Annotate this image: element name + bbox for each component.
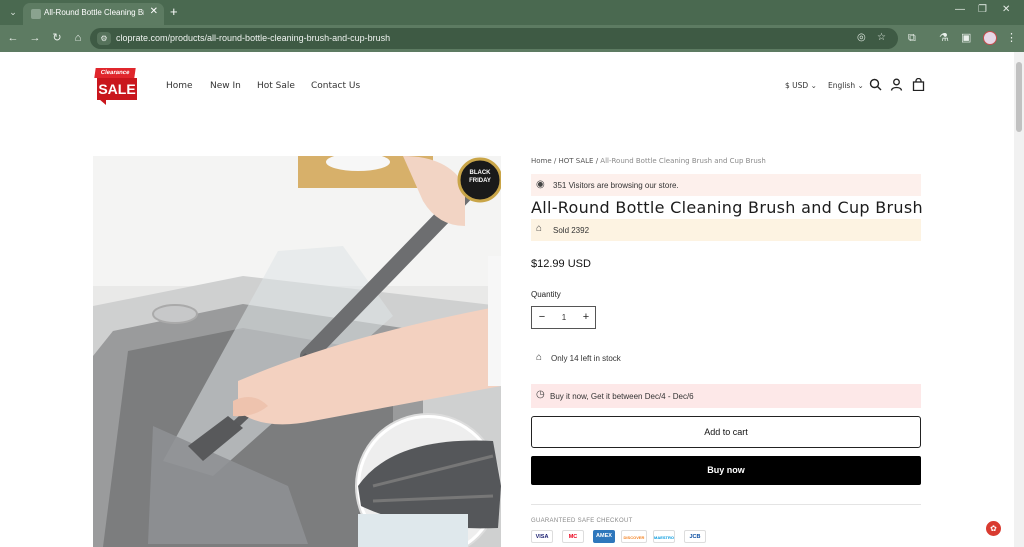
restore-button[interactable]: ❐	[978, 4, 987, 15]
bookmark-star-icon[interactable]: ☆	[877, 32, 886, 43]
eye-icon: ◉	[536, 179, 545, 190]
chevron-down-icon: ⌄	[857, 81, 864, 90]
shopping-bag-icon: ⌂	[536, 352, 543, 363]
badge-line-1: BLACK	[469, 170, 491, 176]
quantity-stepper: − 1 +	[531, 306, 596, 329]
quantity-label: Quantity	[531, 290, 561, 299]
visitors-text: 351 Visitors are browsing our store.	[553, 181, 679, 190]
eye-off-icon[interactable]: ◎	[857, 32, 866, 43]
divider	[531, 504, 921, 505]
extensions-icon[interactable]: ⧉	[908, 31, 916, 45]
page-scrollbar[interactable]	[1014, 52, 1024, 547]
labs-flask-icon[interactable]: ⚗	[939, 31, 949, 45]
black-friday-badge: BLACK FRIDAY	[462, 169, 498, 185]
delivery-text: Buy it now, Get it between Dec/4 - Dec/6	[550, 392, 694, 401]
jcb-icon: JCB	[684, 530, 706, 543]
tab-search-icon[interactable]: ⌄	[6, 5, 20, 19]
browser-tab[interactable]: All-Round Bottle Cleaning Brush and Cup …	[23, 3, 164, 25]
stock-text: Only 14 left in stock	[551, 354, 621, 363]
logo-main-text: SALE	[97, 78, 137, 100]
mastercard-icon: MC	[562, 530, 584, 543]
logo-tail	[99, 99, 106, 105]
new-tab-button[interactable]: +	[170, 4, 178, 20]
browser-toolbar: ← → ↻ ⌂ ⚙ cloprate.com/products/all-roun…	[0, 25, 1024, 52]
badge-line-2: FRIDAY	[469, 178, 491, 184]
url-text[interactable]: cloprate.com/products/all-round-bottle-c…	[116, 33, 390, 43]
side-panel-icon[interactable]: ▣	[961, 31, 971, 45]
web-page: Clearance SALE Home New In Hot Sale Cont…	[0, 52, 1014, 547]
quantity-input[interactable]: 1	[556, 313, 572, 322]
buy-now-button[interactable]: Buy now	[531, 456, 921, 485]
discover-icon: DISCOVER	[621, 530, 647, 543]
safe-checkout-label: GUARANTEED SAFE CHECKOUT	[531, 518, 633, 524]
clock-icon: ◷	[536, 389, 545, 400]
breadcrumb: Home / HOT SALE / All-Round Bottle Clean…	[531, 157, 766, 165]
breadcrumb-separator: /	[595, 157, 599, 165]
quantity-decrease-button[interactable]: −	[535, 311, 549, 324]
cart-icon[interactable]	[912, 77, 925, 92]
visitors-banner: ◉ 351 Visitors are browsing our store.	[531, 174, 921, 196]
chevron-down-icon: ⌄	[810, 81, 817, 90]
product-photo	[93, 156, 501, 547]
amex-icon: AMEX	[593, 530, 615, 543]
store-logo[interactable]: Clearance SALE	[94, 68, 139, 105]
tab-close-icon[interactable]: ✕	[150, 6, 158, 17]
profile-avatar[interactable]	[983, 31, 997, 45]
product-price: $12.99 USD	[531, 258, 591, 270]
account-icon[interactable]	[890, 78, 903, 91]
scrollbar-thumb[interactable]	[1016, 62, 1022, 132]
product-title: All-Round Bottle Cleaning Brush and Cup …	[531, 198, 923, 217]
browser-tab-strip: ⌄ All-Round Bottle Cleaning Brush and Cu…	[0, 0, 1024, 25]
quantity-increase-button[interactable]: +	[579, 311, 593, 324]
language-label: English	[828, 81, 856, 90]
nav-new-in[interactable]: New In	[210, 81, 241, 91]
window-close-button[interactable]: ✕	[1002, 4, 1010, 15]
favicon-icon	[31, 9, 41, 19]
logo-top-text: Clearance	[94, 68, 136, 78]
breadcrumb-category[interactable]: HOT SALE	[559, 157, 594, 165]
visa-icon: VISA	[531, 530, 553, 543]
nav-contact-us[interactable]: Contact Us	[311, 81, 360, 91]
maestro-icon: MAESTRO	[653, 530, 675, 543]
site-info-icon[interactable]: ⚙	[97, 32, 111, 45]
breadcrumb-separator: /	[553, 157, 557, 165]
sold-banner: ⌂ Sold 2392	[531, 219, 921, 241]
nav-hot-sale[interactable]: Hot Sale	[257, 81, 295, 91]
product-image[interactable]: BLACK FRIDAY	[93, 156, 501, 547]
shopping-bag-icon: ⌂	[536, 223, 543, 234]
back-icon[interactable]: ←	[6, 31, 20, 45]
language-selector[interactable]: English ⌄	[828, 81, 864, 90]
minimize-button[interactable]: —	[955, 4, 965, 15]
reload-icon[interactable]: ↻	[50, 31, 64, 45]
sold-count: Sold 2392	[553, 226, 590, 235]
floating-chat-icon[interactable]: ✿	[986, 521, 1001, 536]
tab-title: All-Round Bottle Cleaning Brush and Cup …	[44, 8, 144, 17]
breadcrumb-home[interactable]: Home	[531, 157, 552, 165]
currency-label: $ USD	[785, 81, 809, 90]
home-icon[interactable]: ⌂	[71, 31, 85, 45]
add-to-cart-button[interactable]: Add to cart	[531, 416, 921, 448]
menu-kebab-icon[interactable]: ⋮	[1006, 31, 1017, 45]
nav-home[interactable]: Home	[166, 81, 193, 91]
currency-selector[interactable]: $ USD ⌄	[785, 81, 817, 90]
address-bar[interactable]: ⚙ cloprate.com/products/all-round-bottle…	[90, 28, 898, 49]
search-icon[interactable]	[869, 78, 882, 91]
forward-icon[interactable]: →	[28, 31, 42, 45]
breadcrumb-current: All-Round Bottle Cleaning Brush and Cup …	[600, 157, 766, 165]
delivery-banner: ◷ Buy it now, Get it between Dec/4 - Dec…	[531, 384, 921, 408]
